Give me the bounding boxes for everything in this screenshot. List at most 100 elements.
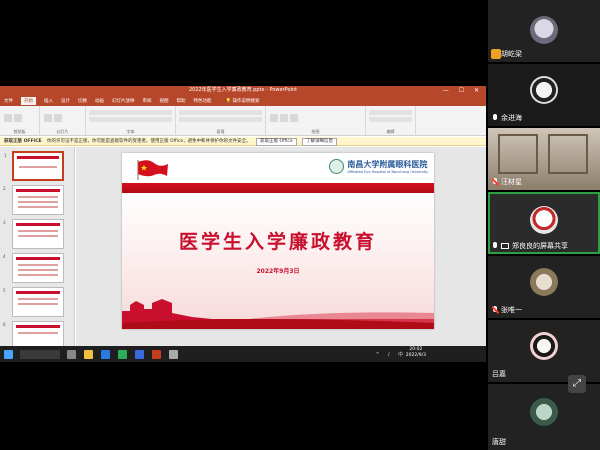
paste-icon[interactable] <box>4 114 12 122</box>
paragraph-bar[interactable] <box>179 110 262 115</box>
mic-muted-icon <box>492 178 498 186</box>
thumb-line <box>18 235 58 237</box>
tab-file[interactable]: 文件 <box>4 98 13 104</box>
license-notice-bar: 获取正版 OFFICE 你的许可证不是正版，你可能是盗版软件的受害者。使用正版 … <box>0 137 486 146</box>
participant-tile[interactable]: 唐甜 <box>488 384 600 450</box>
mic-muted-icon <box>492 306 498 314</box>
arrange-icon[interactable] <box>280 114 288 122</box>
slide-thumbnail[interactable]: 3 <box>3 219 64 249</box>
host-person-icon <box>491 49 501 59</box>
window-controls[interactable]: — ☐ ✕ <box>443 86 483 95</box>
slide-thumbnail[interactable]: 5 <box>3 287 64 317</box>
participant-name-text: 唐甜 <box>492 438 506 446</box>
university-logo-block: 南昌大学附属眼科医院 Affiliated Eye Hospital of Na… <box>329 159 428 174</box>
ribbon-group-font: 字体 <box>86 106 176 136</box>
participant-tile[interactable]: 张唯一 <box>488 256 600 318</box>
thumb-band <box>16 257 60 260</box>
thumb-band <box>16 189 60 192</box>
avatar <box>530 268 558 296</box>
participant-tile[interactable]: 吕嘉 <box>488 320 600 382</box>
tell-me-label: 操作说明搜索 <box>232 98 260 104</box>
settings-icon[interactable] <box>169 349 178 359</box>
ribbon-group-editing: 编辑 <box>366 106 416 136</box>
wechat-icon[interactable] <box>118 349 127 359</box>
layout-icon[interactable] <box>54 114 62 122</box>
participant-name: 唐甜 <box>492 437 506 447</box>
notice-text: 你的许可证不是正版，你可能是盗版软件的受害者。使用正版 Office，避免中断并… <box>47 139 251 144</box>
find-button[interactable] <box>369 110 412 115</box>
system-tray[interactable]: ^ ♪ 中 <box>375 351 406 358</box>
participant-tile[interactable]: 胡屹梁 <box>488 0 600 62</box>
tab-help[interactable]: 帮助 <box>177 98 186 104</box>
tab-design[interactable]: 设计 <box>61 98 70 104</box>
ribbon-group-label: 字体 <box>126 129 135 134</box>
participant-name: 汪材星 <box>492 177 522 187</box>
thumb-number: 1 <box>4 153 7 158</box>
get-office-button[interactable]: 获取正版 Office <box>256 138 297 146</box>
tab-home[interactable]: 开始 <box>21 96 36 105</box>
red-flag-icon <box>137 160 168 180</box>
windows-start-icon[interactable] <box>4 349 13 359</box>
font-style-bar[interactable] <box>89 117 172 122</box>
university-english-name: Affiliated Eye Hospital of Nanchang Univ… <box>347 170 428 174</box>
learn-more-button[interactable]: 了解详细信息 <box>302 138 338 146</box>
tab-transitions[interactable]: 切换 <box>78 98 87 104</box>
shapes-icon[interactable] <box>270 114 278 122</box>
participant-name-text: 郑良良的屏幕共享 <box>512 242 568 250</box>
task-view-icon[interactable] <box>67 349 76 359</box>
quick-styles-icon[interactable] <box>290 114 298 122</box>
align-bar[interactable] <box>179 117 262 122</box>
hospital-logo-icon <box>329 159 345 174</box>
tab-review[interactable]: 审阅 <box>143 98 152 104</box>
avatar <box>530 206 558 234</box>
tab-slideshow[interactable]: 幻灯片放映 <box>112 98 135 104</box>
powerpoint-icon[interactable] <box>152 349 161 359</box>
university-name: 南昌大学附属眼科医院 <box>347 159 428 169</box>
participant-tile[interactable]: 汪材星 <box>488 128 600 190</box>
tell-me-search[interactable]: 💡 操作说明搜索 <box>226 98 260 104</box>
browser-icon[interactable] <box>101 349 110 359</box>
thumb-line <box>18 206 58 208</box>
tab-insert[interactable]: 插入 <box>44 98 53 104</box>
clock-date: 2022/9/3 <box>405 353 426 358</box>
slide-thumbnail[interactable]: 1 <box>4 151 64 181</box>
font-selector[interactable] <box>89 110 172 115</box>
slide-thumbnail[interactable]: 4 <box>3 253 64 283</box>
participant-name: 张唯一 <box>492 305 522 315</box>
thumb-line <box>18 264 58 266</box>
slide-thumbnail[interactable]: 2 <box>3 185 64 215</box>
thumb-band <box>17 156 59 159</box>
thumb-line <box>18 274 58 276</box>
thumb-line <box>18 298 58 300</box>
slide-date: 2022年9月3日 <box>256 268 300 275</box>
ppt-window-title: 2022年医学生入学廉政教育.pptx - PowerPoint <box>188 87 298 93</box>
meeting-app-icon[interactable] <box>135 349 144 359</box>
replace-button[interactable] <box>369 117 412 122</box>
notice-title: 获取正版 OFFICE <box>4 139 42 144</box>
thumb-band <box>16 291 60 294</box>
ribbon: 剪贴板 幻灯片 字体 段落 绘图 编辑 <box>0 106 486 136</box>
taskbar-search-box[interactable] <box>20 349 60 359</box>
thumb-line <box>18 303 58 305</box>
participant-name-text: 汪材星 <box>501 178 522 186</box>
ribbon-group-label: 绘图 <box>311 129 320 134</box>
tab-view[interactable]: 视图 <box>160 98 169 104</box>
tab-special[interactable]: 特色功能 <box>194 98 212 104</box>
thumb-band <box>16 223 60 226</box>
ribbon-group-label: 剪贴板 <box>13 129 26 134</box>
thumb-line <box>19 166 57 168</box>
participant-tile-active-speaker[interactable]: 郑良良的屏幕共享 <box>488 192 600 254</box>
screen-share-icon <box>501 243 509 249</box>
current-slide[interactable]: 南昌大学附属眼科医院 Affiliated Eye Hospital of Na… <box>122 153 434 329</box>
participant-name: 余进海 <box>492 113 522 123</box>
tab-animations[interactable]: 动画 <box>95 98 104 104</box>
participant-tile[interactable]: 余进海 <box>488 64 600 126</box>
thumb-number: 6 <box>3 322 6 327</box>
thumb-line <box>18 196 58 198</box>
expand-icon[interactable]: ⤢ <box>568 375 586 393</box>
file-explorer-icon[interactable] <box>84 349 93 359</box>
taskbar-clock[interactable]: 20:02 2022/9/3 <box>406 347 426 359</box>
mic-icon <box>492 114 498 122</box>
cut-icon[interactable] <box>14 114 22 122</box>
new-slide-icon[interactable] <box>44 114 52 122</box>
